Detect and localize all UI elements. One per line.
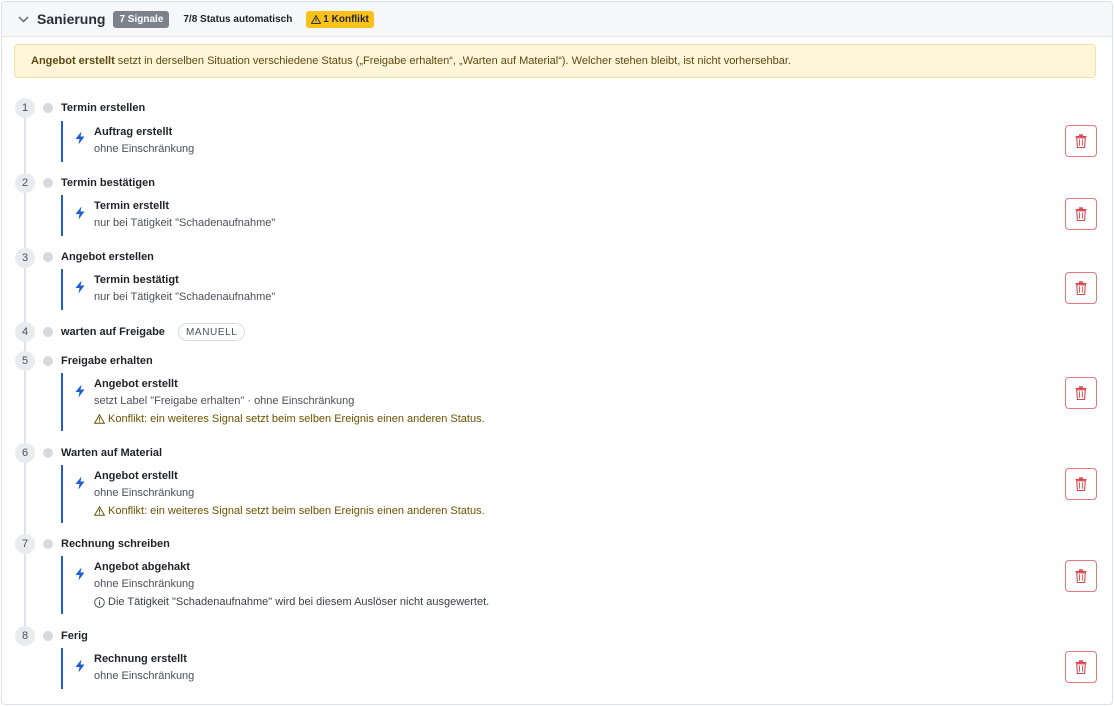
trash-icon bbox=[1075, 477, 1087, 491]
conflict-note-text: Konflikt: ein weiteres Signal setzt beim… bbox=[108, 505, 485, 517]
conflict-note: Konflikt: ein weiteres Signal setzt beim… bbox=[94, 413, 485, 425]
conflict-alert: Angebot erstellt setzt in derselben Situ… bbox=[14, 44, 1096, 78]
step-title: Angebot erstellen bbox=[61, 251, 154, 263]
alert-text: setzt in derselben Situation verschieden… bbox=[114, 55, 791, 67]
step-title: Freigabe erhalten bbox=[61, 355, 153, 367]
step-number: 3 bbox=[15, 248, 35, 268]
trash-icon bbox=[1075, 134, 1087, 148]
trash-icon bbox=[1075, 569, 1087, 583]
trigger-condition: ohne Einschränkung bbox=[94, 670, 195, 682]
workflow-title: Sanierung bbox=[37, 11, 106, 27]
trigger-title: Angebot erstellt bbox=[94, 470, 178, 482]
step-title: warten auf Freigabe bbox=[61, 326, 165, 338]
lightning-bolt-icon bbox=[75, 131, 85, 145]
alert-strong: Angebot erstellt bbox=[31, 55, 115, 67]
step-number: 1 bbox=[15, 98, 35, 118]
timeline-line bbox=[24, 116, 26, 640]
info-note-text: Die Tätigkeit "Schadenaufnahme" wird bei… bbox=[108, 596, 490, 608]
trigger-condition: nur bei Tätigkeit "Schadenaufnahme" bbox=[94, 217, 276, 229]
warning-triangle-icon bbox=[311, 14, 322, 24]
step-dot bbox=[43, 252, 53, 262]
trigger-condition: setzt Label "Freigabe erhalten" · ohne E… bbox=[94, 395, 355, 407]
trigger-card: Angebot abgehakt ohne Einschränkung Die … bbox=[61, 556, 1061, 614]
trigger-title: Angebot abgehakt bbox=[94, 561, 190, 573]
step-dot bbox=[43, 178, 53, 188]
info-circle-icon bbox=[94, 596, 105, 608]
trash-icon bbox=[1075, 660, 1087, 674]
step-title: Rechnung schreiben bbox=[61, 538, 170, 550]
step-number: 8 bbox=[15, 626, 35, 646]
step-dot bbox=[43, 327, 53, 337]
conflict-badge-label: 1 Konflikt bbox=[323, 13, 369, 25]
trigger-title: Angebot erstellt bbox=[94, 378, 178, 390]
warning-triangle-icon bbox=[94, 414, 105, 424]
chevron-down-icon[interactable] bbox=[16, 12, 30, 26]
step-title: Ferig bbox=[61, 630, 88, 642]
trigger-card: Rechnung erstellt ohne Einschränkung bbox=[61, 648, 1061, 689]
trigger-condition: ohne Einschränkung bbox=[94, 487, 195, 499]
trigger-condition: ohne Einschränkung bbox=[94, 143, 195, 155]
delete-trigger-button[interactable] bbox=[1065, 377, 1097, 409]
step-dot bbox=[43, 631, 53, 641]
lightning-bolt-icon bbox=[75, 659, 85, 673]
conflict-note-text: Konflikt: ein weiteres Signal setzt beim… bbox=[108, 413, 485, 425]
trigger-title: Rechnung erstellt bbox=[94, 653, 187, 665]
delete-trigger-button[interactable] bbox=[1065, 651, 1097, 683]
lightning-bolt-icon bbox=[75, 206, 85, 220]
info-note: Die Tätigkeit "Schadenaufnahme" wird bei… bbox=[94, 596, 489, 608]
trigger-condition: ohne Einschränkung bbox=[94, 578, 195, 590]
trigger-title: Auftrag erstellt bbox=[94, 126, 173, 138]
lightning-bolt-icon bbox=[75, 476, 85, 490]
step-title: Termin bestätigen bbox=[61, 177, 155, 189]
step-title: Termin erstellen bbox=[61, 102, 146, 114]
trigger-title: Termin erstellt bbox=[94, 200, 169, 212]
trigger-card: Auftrag erstellt ohne Einschränkung bbox=[61, 121, 1061, 162]
signals-count-badge: 7 Signale bbox=[113, 10, 170, 28]
delete-trigger-button[interactable] bbox=[1065, 468, 1097, 500]
trigger-title: Termin bestätigt bbox=[94, 274, 179, 286]
lightning-bolt-icon bbox=[75, 280, 85, 294]
step-number: 2 bbox=[15, 173, 35, 193]
conflict-badge: 1 Konflikt bbox=[306, 10, 374, 28]
step-number: 7 bbox=[15, 534, 35, 554]
step-number: 4 bbox=[15, 322, 35, 342]
trash-icon bbox=[1075, 207, 1087, 221]
manual-tag: MANUELL bbox=[178, 323, 246, 341]
conflict-note: Konflikt: ein weiteres Signal setzt beim… bbox=[94, 505, 485, 517]
trash-icon bbox=[1075, 386, 1087, 400]
step-number: 6 bbox=[15, 443, 35, 463]
trigger-card: Termin bestätigt nur bei Tätigkeit "Scha… bbox=[61, 269, 1061, 310]
delete-trigger-button[interactable] bbox=[1065, 125, 1097, 157]
lightning-bolt-icon bbox=[75, 384, 85, 398]
step-title: Warten auf Material bbox=[61, 447, 163, 459]
step-dot bbox=[43, 356, 53, 366]
step-dot bbox=[43, 448, 53, 458]
trigger-card: Angebot erstellt ohne Einschränkung Konf… bbox=[61, 465, 1061, 523]
trigger-condition: nur bei Tätigkeit "Schadenaufnahme" bbox=[94, 291, 276, 303]
lightning-bolt-icon bbox=[75, 567, 85, 581]
panel-header[interactable]: Sanierung 7 Signale 7/8 Status automatis… bbox=[2, 2, 1112, 37]
delete-trigger-button[interactable] bbox=[1065, 272, 1097, 304]
trash-icon bbox=[1075, 281, 1087, 295]
delete-trigger-button[interactable] bbox=[1065, 560, 1097, 592]
status-auto-count: 7/8 Status automatisch bbox=[183, 13, 293, 25]
trigger-card: Angebot erstellt setzt Label "Freigabe e… bbox=[61, 373, 1061, 431]
delete-trigger-button[interactable] bbox=[1065, 198, 1097, 230]
trigger-card: Termin erstellt nur bei Tätigkeit "Schad… bbox=[61, 195, 1061, 236]
warning-triangle-icon bbox=[94, 506, 105, 516]
step-number: 5 bbox=[15, 351, 35, 371]
step-dot bbox=[43, 103, 53, 113]
step-dot bbox=[43, 539, 53, 549]
